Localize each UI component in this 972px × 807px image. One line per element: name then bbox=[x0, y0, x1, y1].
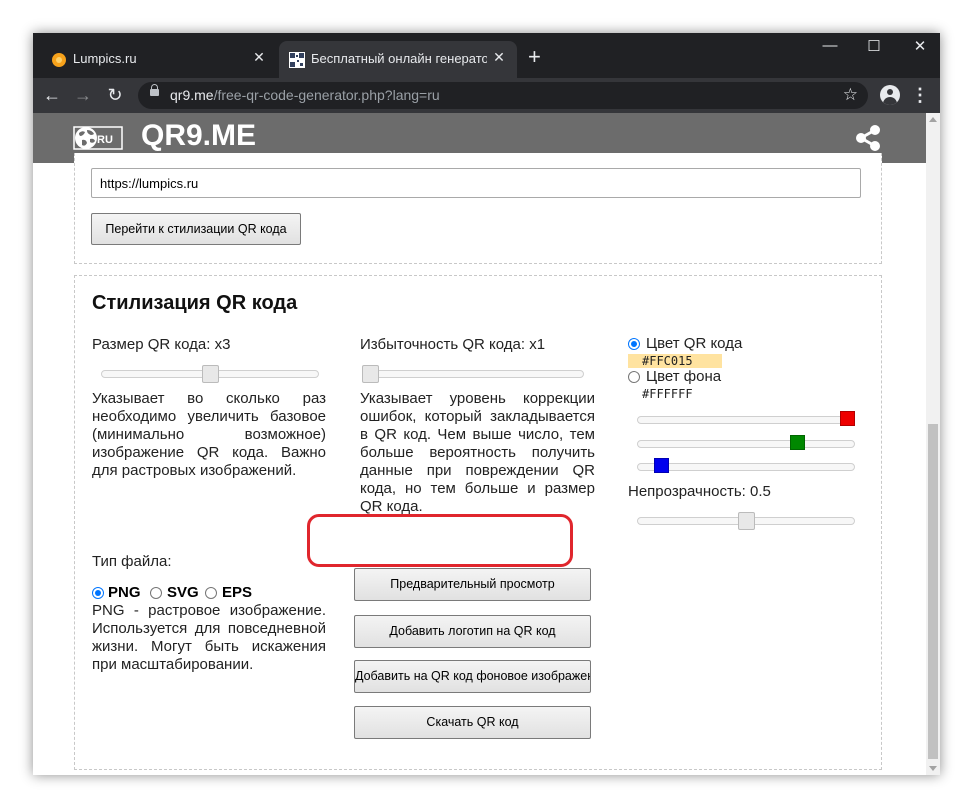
qr-redundancy-description: Указывает уровень коррекции ошибок, кото… bbox=[360, 390, 595, 515]
preview-button-highlight bbox=[307, 514, 573, 567]
page-viewport: RU QR9.ME https://lumpics.ru Перейти к с… bbox=[33, 113, 926, 775]
share-icon[interactable] bbox=[853, 123, 883, 153]
back-arrow-icon[interactable]: ← bbox=[40, 85, 64, 105]
slider-thumb[interactable] bbox=[202, 365, 219, 383]
red-slider-thumb[interactable] bbox=[840, 411, 855, 426]
qr-color-label: Цвет QR кода bbox=[646, 335, 743, 352]
bg-color-value[interactable]: #FFFFFF bbox=[628, 387, 722, 401]
styling-heading: Стилизация QR кода bbox=[92, 292, 298, 314]
close-window-icon[interactable]: ✕ bbox=[905, 37, 935, 55]
png-option-label: PNG bbox=[108, 584, 141, 601]
tab-qr-generator[interactable]: Бесплатный онлайн генератор QR ✕ bbox=[279, 41, 517, 78]
profile-avatar-icon[interactable] bbox=[880, 85, 900, 105]
qr-redundancy-slider[interactable] bbox=[362, 362, 584, 386]
qr-color-value[interactable]: #FFC015 bbox=[628, 354, 722, 368]
green-slider-thumb[interactable] bbox=[790, 435, 805, 450]
tab-title: Бесплатный онлайн генератор QR bbox=[311, 51, 487, 66]
red-channel-slider[interactable] bbox=[637, 408, 855, 432]
green-channel-slider[interactable] bbox=[637, 432, 855, 456]
close-tab-icon[interactable]: ✕ bbox=[491, 49, 507, 66]
go-to-styling-button[interactable]: Перейти к стилизации QR кода bbox=[91, 213, 301, 245]
opacity-slider[interactable] bbox=[637, 509, 855, 533]
slider-thumb[interactable] bbox=[738, 512, 755, 530]
add-logo-button[interactable]: Добавить логотип на QR код bbox=[354, 615, 591, 648]
scroll-up-arrow-icon[interactable] bbox=[929, 117, 937, 122]
bg-color-radio[interactable] bbox=[628, 371, 640, 383]
eps-radio[interactable] bbox=[205, 587, 217, 599]
url-input[interactable]: https://lumpics.ru bbox=[91, 168, 861, 198]
blue-channel-slider[interactable] bbox=[637, 455, 855, 479]
svg-text:RU: RU bbox=[97, 134, 113, 146]
scrollbar-thumb[interactable] bbox=[928, 424, 938, 759]
url-text: qr9.me/free-qr-code-generator.php?lang=r… bbox=[170, 87, 440, 103]
preview-button[interactable]: Предварительный просмотр bbox=[354, 568, 591, 601]
qr-size-label: Размер QR кода: x3 bbox=[92, 336, 231, 353]
png-radio[interactable] bbox=[92, 587, 104, 599]
slider-thumb[interactable] bbox=[362, 365, 379, 383]
maximize-window-icon[interactable]: ☐ bbox=[859, 37, 889, 55]
eps-option-label: EPS bbox=[222, 584, 253, 601]
file-type-description: PNG - растровое изображение. Используетс… bbox=[92, 602, 326, 673]
add-background-button[interactable]: Добавить на QR код фоновое изображение bbox=[354, 660, 591, 693]
bg-color-label: Цвет фона bbox=[646, 368, 722, 385]
browser-toolbar: ← → ↻ qr9.me/free-qr-code-generator.php?… bbox=[33, 78, 940, 113]
minimize-window-icon[interactable]: — bbox=[815, 37, 845, 54]
lock-icon bbox=[150, 84, 159, 96]
new-tab-plus-icon[interactable]: + bbox=[528, 46, 541, 68]
svg-option-label: SVG bbox=[167, 584, 199, 601]
opacity-label: Непрозрачность: 0.5 bbox=[628, 483, 771, 500]
svg-radio[interactable] bbox=[150, 587, 162, 599]
bookmark-star-icon[interactable]: ☆ bbox=[843, 85, 858, 105]
reload-icon[interactable]: ↻ bbox=[103, 85, 127, 105]
download-qr-button[interactable]: Скачать QR код bbox=[354, 706, 591, 739]
page-scrollbar[interactable] bbox=[926, 113, 940, 775]
forward-arrow-icon[interactable]: → bbox=[71, 85, 95, 105]
tab-title: Lumpics.ru bbox=[73, 51, 137, 66]
close-tab-icon[interactable]: ✕ bbox=[251, 49, 267, 66]
scroll-down-arrow-icon[interactable] bbox=[929, 766, 937, 771]
globe-language-icon: RU bbox=[73, 126, 123, 150]
browser-menu-icon[interactable]: ⋮ bbox=[911, 83, 929, 107]
file-type-label: Тип файла: bbox=[92, 553, 172, 570]
address-bar[interactable]: qr9.me/free-qr-code-generator.php?lang=r… bbox=[138, 82, 868, 109]
site-title[interactable]: QR9.ME bbox=[141, 119, 256, 153]
qr-color-radio[interactable] bbox=[628, 338, 640, 350]
qr-redundancy-label: Избыточность QR кода: x1 bbox=[360, 336, 546, 353]
orange-circle-favicon-icon bbox=[52, 53, 66, 67]
qr-size-description: Указывает во сколько раз необходимо увел… bbox=[92, 390, 326, 479]
qr-size-slider[interactable] bbox=[101, 362, 319, 386]
link-panel: https://lumpics.ru Перейти к стилизации … bbox=[74, 153, 882, 264]
browser-window: Lumpics.ru ✕ Бесплатный онлайн генератор… bbox=[33, 33, 940, 775]
qr-code-favicon-icon bbox=[289, 52, 305, 68]
tab-strip: Lumpics.ru ✕ Бесплатный онлайн генератор… bbox=[33, 33, 940, 78]
tab-lumpics[interactable]: Lumpics.ru ✕ bbox=[41, 41, 277, 78]
blue-slider-thumb[interactable] bbox=[654, 458, 669, 473]
